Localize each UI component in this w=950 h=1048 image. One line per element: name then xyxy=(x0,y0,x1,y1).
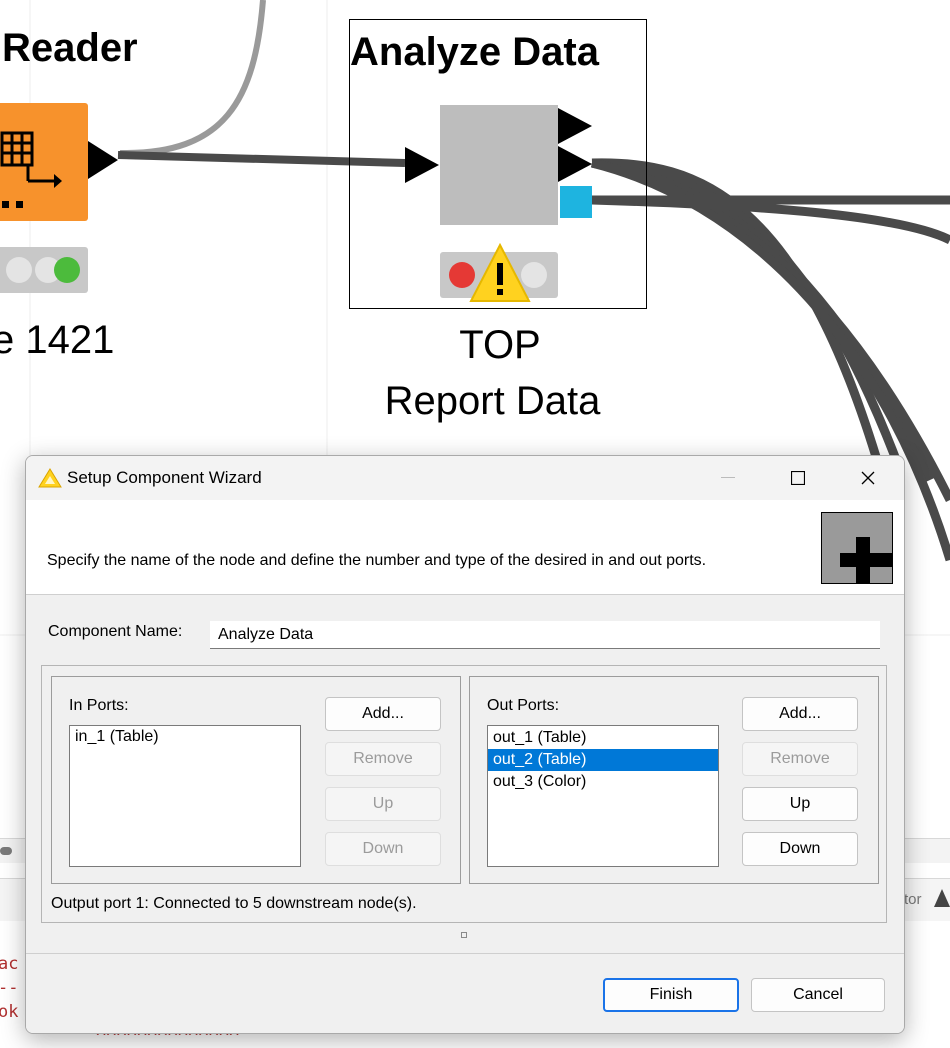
component-name-input[interactable] xyxy=(210,621,880,649)
analyze-node-title: Analyze Data xyxy=(350,30,599,74)
table-reader-icon xyxy=(0,131,62,208)
console-line-2: -- xyxy=(0,978,19,998)
in-down-button[interactable]: Down xyxy=(325,832,441,866)
minimize-icon xyxy=(721,477,735,478)
out-ports-list[interactable]: out_1 (Table) out_2 (Table) out_3 (Color… xyxy=(487,725,719,867)
out-add-button[interactable]: Add... xyxy=(742,697,858,731)
in-port-item[interactable]: in_1 (Table) xyxy=(70,726,300,748)
component-plus-icon xyxy=(821,512,893,584)
cancel-button[interactable]: Cancel xyxy=(751,978,885,1012)
reader-node-title: Reader xyxy=(2,26,138,70)
toolbar-warning-icon xyxy=(934,889,950,907)
console-line-3: ok xyxy=(0,1002,19,1022)
reader-output-port[interactable] xyxy=(88,141,120,179)
dialog-banner: Specify the name of the node and define … xyxy=(26,500,904,595)
close-icon xyxy=(861,471,875,485)
in-ports-group: In Ports: in_1 (Table) Add... Remove Up … xyxy=(51,676,461,884)
analyze-node-label-line2: Report Data xyxy=(384,379,601,423)
analyze-input-port[interactable] xyxy=(405,147,441,183)
out-port-item-selected[interactable]: out_2 (Table) xyxy=(488,749,718,771)
knime-logo-icon xyxy=(38,468,62,488)
in-ports-list[interactable]: in_1 (Table) xyxy=(69,725,301,867)
warning-icon xyxy=(469,243,531,302)
dialog-description: Specify the name of the node and define … xyxy=(47,552,707,569)
file-reader-node[interactable] xyxy=(0,103,88,221)
out-remove-button[interactable]: Remove xyxy=(742,742,858,776)
console-line-1: ac xyxy=(0,954,19,974)
component-name-label: Component Name: xyxy=(48,623,183,640)
out-ports-group: Out Ports: out_1 (Table) out_2 (Table) o… xyxy=(469,676,879,884)
out-port-item[interactable]: out_3 (Color) xyxy=(488,771,718,793)
in-ports-label: In Ports: xyxy=(69,697,129,714)
in-add-button[interactable]: Add... xyxy=(325,697,441,731)
out-up-button[interactable]: Up xyxy=(742,787,858,821)
out-down-button[interactable]: Down xyxy=(742,832,858,866)
reader-node-label: e 1421 xyxy=(0,318,115,362)
maximize-icon xyxy=(791,471,805,485)
dialog-titlebar[interactable]: Setup Component Wizard xyxy=(26,456,904,500)
resize-grip[interactable] xyxy=(461,932,467,938)
minimize-button[interactable] xyxy=(696,456,760,500)
close-button[interactable] xyxy=(836,456,900,500)
toolbar-side-text: tor xyxy=(904,891,922,908)
analyze-output-port-color[interactable] xyxy=(560,186,592,218)
analyze-node-label-line1: TOP xyxy=(459,323,541,367)
analyze-output-ports-table[interactable] xyxy=(558,108,594,188)
finish-button[interactable]: Finish xyxy=(603,978,739,1012)
maximize-button[interactable] xyxy=(766,456,830,500)
in-up-button[interactable]: Up xyxy=(325,787,441,821)
analyze-data-component-node[interactable] xyxy=(440,105,558,225)
dialog-title: Setup Component Wizard xyxy=(67,468,262,487)
reader-status-lights xyxy=(0,247,88,293)
setup-component-wizard-dialog: Setup Component Wizard Specify the name … xyxy=(25,455,905,1034)
status-message: Output port 1: Connected to 5 downstream… xyxy=(51,895,417,912)
dialog-footer: Finish Cancel xyxy=(26,953,904,1033)
in-remove-button[interactable]: Remove xyxy=(325,742,441,776)
out-port-item[interactable]: out_1 (Table) xyxy=(488,727,718,749)
out-ports-label: Out Ports: xyxy=(487,697,560,714)
